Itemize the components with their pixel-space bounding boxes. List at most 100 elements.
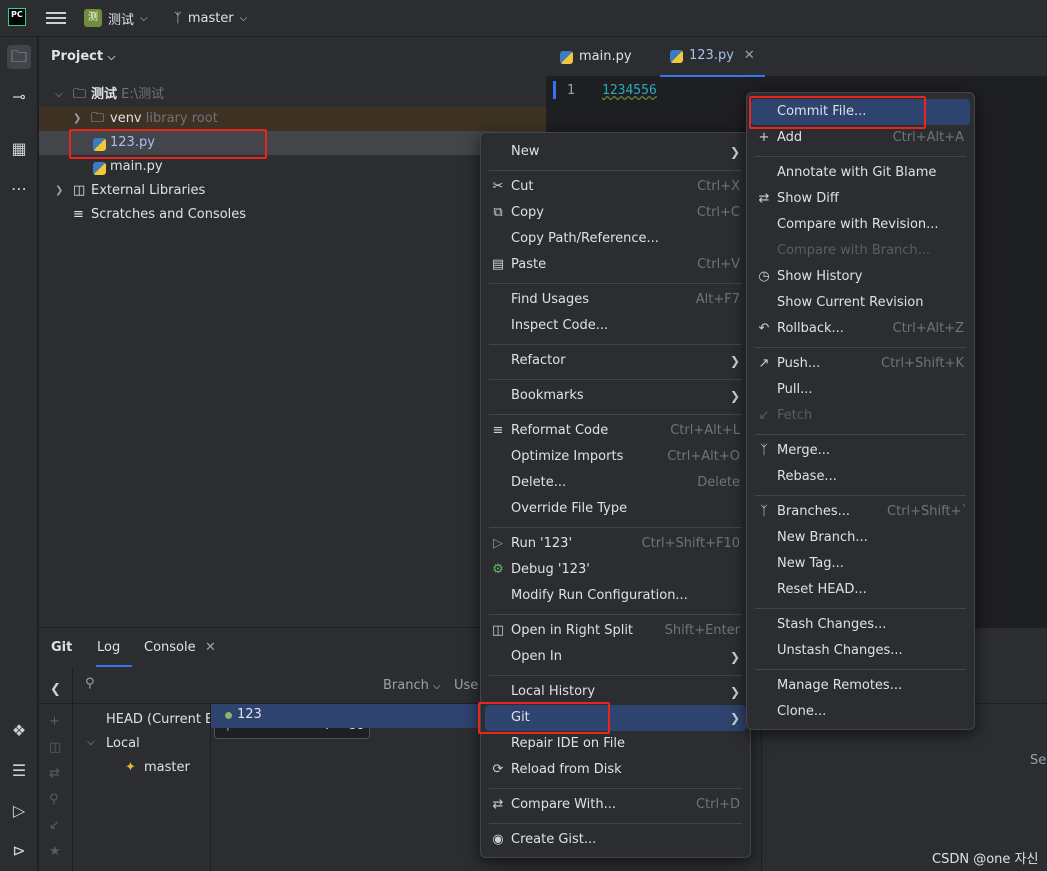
menu-separator	[489, 823, 742, 824]
menu-item-pull[interactable]: Pull...	[747, 377, 974, 403]
project-widget[interactable]: 测 测试 ⌵	[84, 7, 148, 29]
menu-item-show-current-revision[interactable]: Show Current Revision	[747, 290, 974, 316]
branch-master[interactable]: master	[144, 760, 190, 775]
menu-item-new[interactable]: New ❯	[481, 139, 750, 165]
star-icon[interactable]: ★	[49, 844, 61, 859]
merge-icon[interactable]: ⇄	[49, 766, 60, 781]
run-icon[interactable]: ▷	[7, 799, 31, 823]
menu-item-clone[interactable]: Clone...	[747, 699, 974, 725]
menu-item-reformat-code[interactable]: ≡ Reformat Code Ctrl+Alt+L	[481, 418, 750, 444]
tree-item-hint: library root	[145, 111, 218, 126]
menu-item-push[interactable]: ↗ Push... Ctrl+Shift+K	[747, 351, 974, 377]
menu-item-create-gist[interactable]: ◉ Create Gist...	[481, 827, 750, 853]
tab-123-py[interactable]: 123.py ✕	[660, 37, 765, 77]
tab-label: 123.py	[689, 48, 734, 63]
undo-icon: ↶	[758, 321, 770, 336]
menu-item-reload-from-disk[interactable]: ⟳ Reload from Disk	[481, 757, 750, 783]
menu-item-run[interactable]: ▷ Run '123' Ctrl+Shift+F10	[481, 531, 750, 557]
reformat-icon: ≡	[492, 423, 504, 438]
menu-item-manage-remotes[interactable]: Manage Remotes...	[747, 673, 974, 699]
code-line[interactable]: 1234556	[602, 83, 657, 98]
python-file-icon	[560, 50, 573, 64]
branch-filter[interactable]: Branch ⌵	[383, 678, 441, 693]
menu-item-delete[interactable]: Delete... Delete	[481, 470, 750, 496]
menu-item-stash[interactable]: Stash Changes...	[747, 612, 974, 638]
menu-item-optimize-imports[interactable]: Optimize Imports Ctrl+Alt+O	[481, 444, 750, 470]
menu-item-fetch: ↙ Fetch	[747, 403, 974, 429]
tree-item-venv[interactable]: ❯ 🗀 venv library root	[39, 107, 546, 131]
menu-item-cut[interactable]: ✂ Cut Ctrl+X	[481, 174, 750, 200]
menu-item-copy[interactable]: ⧉ Copy Ctrl+C	[481, 200, 750, 226]
menu-shortcut: Ctrl+Alt+L	[670, 423, 740, 438]
user-filter[interactable]: Use	[454, 678, 478, 693]
tree-item-root[interactable]: ⌵ 🗀 测试 E:\测试	[39, 83, 546, 107]
menu-item-debug[interactable]: ⚙ Debug '123'	[481, 557, 750, 583]
diff-icon[interactable]: ↙	[49, 818, 60, 833]
tab-log[interactable]: Log	[97, 640, 120, 655]
terminal-icon[interactable]: ⊳	[7, 839, 31, 863]
watermark-text: CSDN @one 자신	[932, 852, 1039, 867]
python-console-icon[interactable]: ❖	[7, 719, 31, 743]
menu-item-unstash[interactable]: Unstash Changes...	[747, 638, 974, 664]
commit-icon[interactable]: ⊸	[7, 85, 31, 109]
menu-item-repair-ide[interactable]: Repair IDE on File	[481, 731, 750, 757]
close-icon[interactable]: ✕	[744, 35, 755, 77]
folder-icon[interactable]: 🗀	[7, 45, 31, 69]
menu-item-new-tag[interactable]: New Tag...	[747, 551, 974, 577]
layers-icon[interactable]: ☰	[7, 759, 31, 783]
menu-item-label: Fetch	[777, 408, 813, 423]
menu-item-show-history[interactable]: ◷ Show History	[747, 264, 974, 290]
branch-widget[interactable]: ᛉ master ⌵	[174, 7, 247, 29]
branch-local-group[interactable]: Local	[106, 736, 140, 751]
menu-item-reset-head[interactable]: Reset HEAD...	[747, 577, 974, 603]
menu-item-annotate[interactable]: Annotate with Git Blame	[747, 160, 974, 186]
branch-head[interactable]: HEAD (Current B	[106, 712, 210, 727]
menu-item-copy-path[interactable]: Copy Path/Reference...	[481, 226, 750, 252]
menu-item-open-right-split[interactable]: ◫ Open in Right Split Shift+Enter	[481, 618, 750, 644]
clock-icon: ◷	[758, 269, 770, 284]
menu-item-label: Merge...	[777, 443, 830, 458]
plus-icon[interactable]: +	[49, 714, 60, 729]
menu-item-label: Inspect Code...	[511, 318, 609, 333]
menu-item-compare-revision[interactable]: Compare with Revision...	[747, 212, 974, 238]
menu-item-find-usages[interactable]: Find Usages Alt+F7	[481, 287, 750, 313]
chevron-down-icon: ⌵	[433, 681, 441, 692]
git-submenu: Commit File... + Add Ctrl+Alt+A Annotate w…	[746, 92, 975, 730]
menu-item-label: Create Gist...	[511, 832, 597, 847]
split-icon: ◫	[491, 623, 505, 638]
trash-icon[interactable]: ◫	[49, 740, 61, 755]
menu-item-modify-run-config[interactable]: Modify Run Configuration...	[481, 583, 750, 609]
tab-console[interactable]: Console	[144, 640, 196, 655]
menu-item-rollback[interactable]: ↶ Rollback... Ctrl+Alt+Z	[747, 316, 974, 342]
tab-main-py[interactable]: main.py	[560, 37, 632, 77]
structure-icon[interactable]: ▦	[7, 137, 31, 161]
chevron-left-icon[interactable]: ❮	[50, 682, 61, 697]
menu-item-branches[interactable]: ᛉ Branches... Ctrl+Shift+`	[747, 499, 974, 525]
menu-item-override-file-type[interactable]: Override File Type	[481, 496, 750, 522]
close-icon[interactable]: ✕	[205, 640, 216, 655]
menu-item-new-branch[interactable]: New Branch...	[747, 525, 974, 551]
chevron-right-icon: ❯	[729, 354, 740, 368]
menu-item-paste[interactable]: ▤ Paste Ctrl+V	[481, 252, 750, 278]
menu-item-compare-with[interactable]: ⇄ Compare With... Ctrl+D	[481, 792, 750, 818]
chevron-right-icon: ❯	[73, 113, 82, 124]
menu-item-open-in[interactable]: Open In ❯	[481, 644, 750, 670]
menu-item-rebase[interactable]: Rebase...	[747, 464, 974, 490]
search-icon[interactable]: ⚲	[85, 676, 95, 691]
menu-separator	[755, 347, 966, 348]
menu-item-label: Run '123'	[511, 536, 573, 551]
menu-item-inspect-code[interactable]: Inspect Code...	[481, 313, 750, 339]
highlight-box	[478, 702, 610, 734]
menu-item-merge[interactable]: ᛉ Merge...	[747, 438, 974, 464]
tree-item-scratches[interactable]: ≡ Scratches and Consoles	[39, 203, 546, 227]
tree-item-external-libraries[interactable]: ❯ ◫ External Libraries	[39, 179, 546, 203]
menu-item-bookmarks[interactable]: Bookmarks ❯	[481, 383, 750, 409]
menu-item-label: Manage Remotes...	[777, 678, 903, 693]
search-icon[interactable]: ⚲	[49, 792, 59, 807]
project-panel-title[interactable]: Project ⌵	[51, 49, 115, 64]
menu-item-show-diff[interactable]: ⇄ Show Diff	[747, 186, 974, 212]
main-menu-icon[interactable]	[46, 9, 66, 27]
more-icon[interactable]: ⋯	[7, 177, 31, 201]
menu-item-refactor[interactable]: Refactor ❯	[481, 348, 750, 374]
tree-item-label: venv	[110, 111, 142, 126]
